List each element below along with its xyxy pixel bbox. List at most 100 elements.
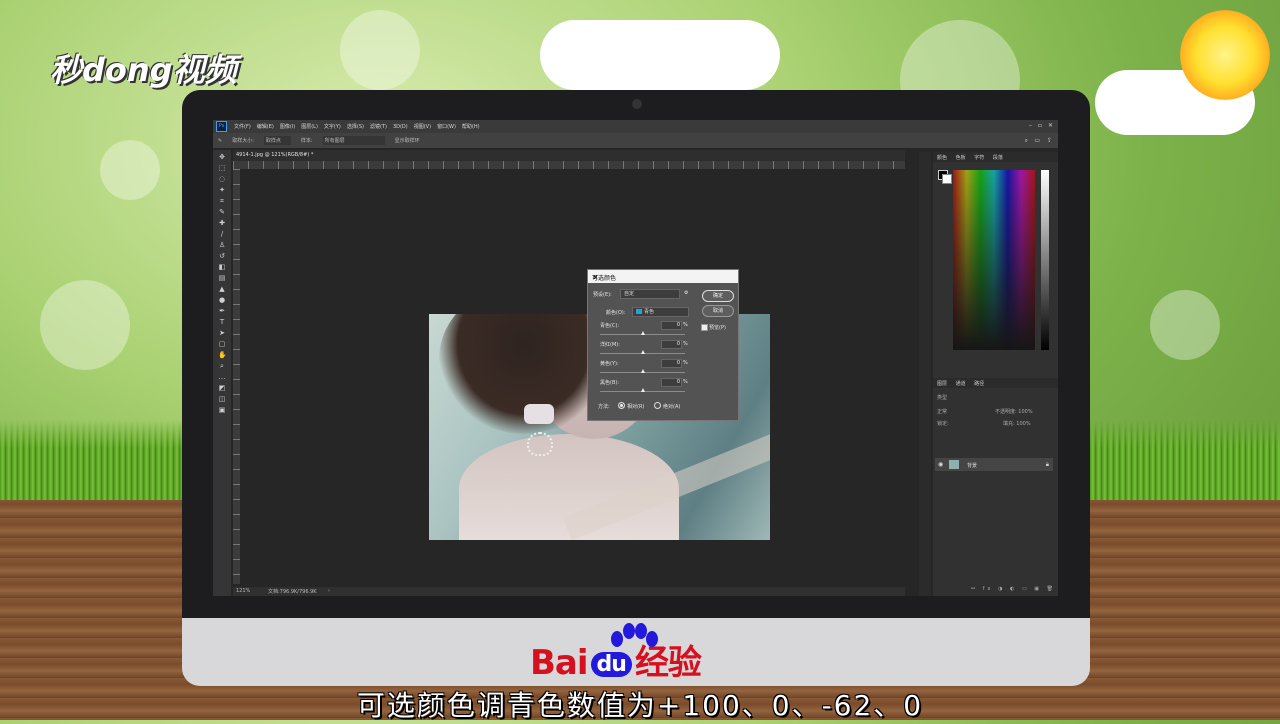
tab-swatches[interactable]: 色板 <box>956 154 966 161</box>
cancel-button[interactable]: 取消 <box>702 305 734 317</box>
history-brush-icon[interactable]: ↺ <box>218 252 226 260</box>
preset-select[interactable]: 自定 <box>620 289 680 299</box>
menu-layer[interactable]: 图层(L) <box>301 123 318 130</box>
relative-label: 相对(R) <box>627 404 645 410</box>
more-tools-icon[interactable]: … <box>218 373 226 381</box>
menu-type[interactable]: 文字(Y) <box>324 123 341 130</box>
blend-mode-select[interactable]: 正常 <box>937 408 947 415</box>
cyan-slider-knob[interactable] <box>641 331 645 335</box>
minimize-icon[interactable]: – <box>1029 122 1032 129</box>
magenta-slider-knob[interactable] <box>641 350 645 354</box>
background-swatch[interactable] <box>942 174 952 184</box>
opacity-field[interactable]: 不透明度: 100% <box>995 408 1033 415</box>
status-arrow-icon[interactable]: › <box>328 588 330 594</box>
cyan-input[interactable]: 0 <box>661 321 682 330</box>
menu-edit[interactable]: 编辑(E) <box>257 123 274 130</box>
gradient-tool-icon[interactable]: ▤ <box>218 274 226 282</box>
eyedropper-icon[interactable]: ✎ <box>218 138 222 144</box>
zoom-tool-icon[interactable]: ⌕ <box>218 362 226 370</box>
canvas-area[interactable]: 可选颜色 ✕ 预设(E): 自定 ⚙ 确定 取消 预览(P) 颜色(O): 青色… <box>240 169 905 584</box>
black-slider-knob[interactable] <box>641 388 645 392</box>
move-tool-icon[interactable]: ✥ <box>218 153 226 161</box>
visibility-eye-icon[interactable]: ◉ <box>938 461 943 468</box>
cyan-label: 青色(C): <box>600 323 620 329</box>
color-swatches-icon[interactable]: ◩ <box>218 384 226 392</box>
black-input[interactable]: 0 <box>661 378 682 387</box>
menu-image[interactable]: 图像(I) <box>280 123 295 130</box>
tab-color[interactable]: 颜色 <box>937 154 947 161</box>
screen-mode-icon[interactable]: ▣ <box>218 406 226 414</box>
show-ring-checkbox[interactable]: 显示取样环 <box>395 137 420 144</box>
quick-select-tool-icon[interactable]: ✦ <box>218 186 226 194</box>
options-bar: ✎ 取样大小: 取样点 样本: 所有图层 显示取样环 ⌕ ▭ ⇪ <box>213 133 1058 148</box>
tab-paths[interactable]: 路径 <box>974 380 984 387</box>
layer-kind-filter[interactable]: 类型 <box>937 394 947 401</box>
tab-character[interactable]: 字符 <box>974 154 984 161</box>
layer-row[interactable]: ◉ 背景 🔒︎ <box>935 458 1053 471</box>
ok-button[interactable]: 确定 <box>702 290 734 302</box>
colors-label: 颜色(O): <box>606 310 626 316</box>
crop-tool-icon[interactable]: ⌗ <box>218 197 226 205</box>
absolute-radio[interactable] <box>654 402 661 409</box>
grayscale-ramp[interactable] <box>1041 170 1049 350</box>
brush-tool-icon[interactable]: ∕ <box>218 230 226 238</box>
type-tool-icon[interactable]: T <box>218 318 226 326</box>
menu-view[interactable]: 视图(V) <box>414 123 431 130</box>
eyedropper-tool-icon[interactable]: ✎ <box>218 208 226 216</box>
restore-icon[interactable]: ▫ <box>1038 122 1042 129</box>
color-spectrum[interactable] <box>953 170 1035 350</box>
menu-file[interactable]: 文件(F) <box>234 123 251 130</box>
magenta-unit: % <box>683 341 688 347</box>
layer-actions-icons[interactable]: ⚯ fx ◑ ◐ ▭ ▣ 🗑︎ <box>971 586 1056 592</box>
shape-tool-icon[interactable]: ▢ <box>218 340 226 348</box>
sample-size-select[interactable]: 取样点 <box>263 136 291 145</box>
layer-thumbnail <box>949 460 959 469</box>
vertical-ruler <box>233 169 240 584</box>
tab-layers[interactable]: 图层 <box>937 380 947 387</box>
sample-size-label: 取样大小: <box>232 138 254 144</box>
tab-paragraph[interactable]: 段落 <box>993 154 1003 161</box>
yellow-slider-knob[interactable] <box>641 369 645 373</box>
selective-color-dialog: 可选颜色 ✕ 预设(E): 自定 ⚙ 确定 取消 预览(P) 颜色(O): 青色… <box>587 269 739 421</box>
dialog-titlebar: 可选颜色 ✕ <box>588 270 738 283</box>
dodge-tool-icon[interactable]: ● <box>218 296 226 304</box>
fill-field[interactable]: 填充: 100% <box>1003 420 1031 427</box>
colors-select-value: 青色 <box>644 309 655 315</box>
healing-tool-icon[interactable]: ✚ <box>218 219 226 227</box>
colors-select[interactable]: 青色 <box>632 307 689 317</box>
sample-select[interactable]: 所有图层 <box>322 136 385 145</box>
quick-mask-icon[interactable]: ◫ <box>218 395 226 403</box>
relative-radio[interactable] <box>618 402 625 409</box>
eraser-tool-icon[interactable]: ◧ <box>218 263 226 271</box>
preview-checkbox[interactable] <box>701 324 708 331</box>
document-tab[interactable]: 4914-1.jpg @ 121%(RGB/8#) * <box>236 152 313 158</box>
method-label: 方法: <box>598 404 610 410</box>
lasso-tool-icon[interactable]: ◌ <box>218 175 226 183</box>
dialog-close-icon[interactable]: ✕ <box>592 273 734 282</box>
preset-label: 预设(E): <box>593 292 612 298</box>
bokeh-light <box>40 280 130 370</box>
path-select-icon[interactable]: ➤ <box>218 329 226 337</box>
tab-channels[interactable]: 通道 <box>956 380 966 387</box>
workspace-icon[interactable]: ▭ <box>1034 137 1040 144</box>
marquee-tool-icon[interactable]: ⬚ <box>218 164 226 172</box>
menu-filter[interactable]: 滤镜(T) <box>370 123 387 130</box>
close-icon[interactable]: ✕ <box>1048 122 1053 129</box>
preset-settings-icon[interactable]: ⚙ <box>684 290 688 296</box>
toolbar: ✥ ⬚ ◌ ✦ ⌗ ✎ ✚ ∕ ♙ ↺ ◧ ▤ ▲ ● ✒ T ➤ ▢ ✋ ⌕ … <box>213 150 231 596</box>
blur-tool-icon[interactable]: ▲ <box>218 285 226 293</box>
yellow-input[interactable]: 0 <box>661 359 682 368</box>
magenta-input[interactable]: 0 <box>661 340 682 349</box>
zoom-level[interactable]: 121% <box>236 588 250 594</box>
menu-select[interactable]: 选择(S) <box>347 123 364 130</box>
black-unit: % <box>683 379 688 385</box>
menu-3d[interactable]: 3D(D) <box>393 124 408 130</box>
search-icon[interactable]: ⌕ <box>1025 137 1028 145</box>
stamp-tool-icon[interactable]: ♙ <box>218 241 226 249</box>
pen-tool-icon[interactable]: ✒ <box>218 307 226 315</box>
menu-help[interactable]: 帮助(H) <box>462 123 480 130</box>
layers-panel-tabs: 图层 通道 路径 <box>933 378 1058 388</box>
menu-window[interactable]: 窗口(W) <box>437 123 456 130</box>
hand-tool-icon[interactable]: ✋ <box>218 351 227 359</box>
share-icon[interactable]: ⇪ <box>1047 137 1052 144</box>
